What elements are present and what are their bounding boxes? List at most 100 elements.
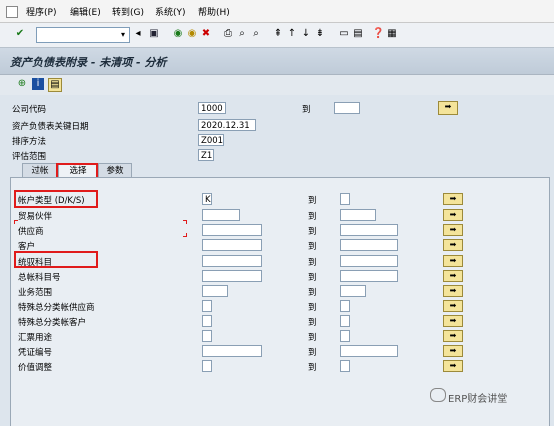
shortcut-icon[interactable]: ▤ — [352, 28, 364, 40]
special-gl-vendor-to-input[interactable] — [340, 300, 350, 312]
business-area-multi-button[interactable]: ➡ — [443, 285, 463, 297]
trading-partner-to-input[interactable] — [340, 209, 376, 221]
document-number-multi-button[interactable]: ➡ — [443, 345, 463, 357]
account-type-from-input[interactable]: K — [202, 193, 212, 205]
menu-edit[interactable]: 编辑(E) — [70, 5, 101, 18]
document-number-to-label: 到 — [308, 348, 317, 358]
menu-bar: 程序(P) 编辑(E) 转到(G) 系统(Y) 帮助(H) — [0, 0, 554, 23]
find-icon[interactable]: ⌕ — [236, 28, 248, 40]
gl-account-label: 总帐科目号 — [18, 273, 61, 283]
vendor-bracket-tr — [183, 220, 187, 224]
recon-account-to-label: 到 — [308, 258, 317, 268]
value-adjustment-label: 价值调整 — [18, 363, 53, 373]
menu-goto[interactable]: 转到(G) — [112, 5, 144, 18]
bill-usage-label: 汇票用途 — [18, 333, 53, 343]
execute-icon[interactable]: ⊕ — [16, 78, 28, 90]
valuation-area-input[interactable]: Z1 — [198, 149, 214, 161]
special-gl-vendor-from-input[interactable] — [202, 300, 212, 312]
sort-method-label: 排序方法 — [12, 137, 47, 147]
window-menu-icon[interactable] — [6, 6, 18, 18]
next-page-icon[interactable]: ↓ — [300, 28, 312, 40]
account-type-multi-button[interactable]: ➡ — [443, 193, 463, 205]
tab-posting[interactable]: 过帐 — [22, 163, 58, 177]
document-number-label: 凭证编号 — [18, 348, 53, 358]
recon-account-to-input[interactable] — [340, 255, 398, 267]
gl-account-to-input[interactable] — [340, 270, 398, 282]
last-page-icon[interactable]: ⇟ — [314, 28, 326, 40]
special-gl-customer-label: 特殊总分类帐客户 — [18, 318, 87, 328]
bill-usage-multi-button[interactable]: ➡ — [443, 330, 463, 342]
watermark-text: ERP财会讲堂 — [448, 394, 508, 405]
title-bar: 资产负债表附录 - 未清项 - 分析 — [0, 48, 554, 75]
company-code-to-input[interactable] — [334, 102, 360, 114]
trading-partner-multi-button[interactable]: ➡ — [443, 209, 463, 221]
document-number-to-input[interactable] — [340, 345, 398, 357]
trading-partner-to-label: 到 — [308, 212, 317, 222]
menu-help[interactable]: 帮助(H) — [198, 5, 230, 18]
save-icon[interactable]: ▣ — [148, 28, 160, 40]
layout-icon[interactable]: ▦ — [386, 28, 398, 40]
first-page-icon[interactable]: ⇞ — [272, 28, 284, 40]
value-adjustment-from-input[interactable] — [202, 360, 212, 372]
menu-system[interactable]: 系统(Y) — [155, 5, 186, 18]
bill-usage-from-input[interactable] — [202, 330, 212, 342]
business-area-from-input[interactable] — [202, 285, 228, 297]
customer-from-input[interactable] — [202, 239, 262, 251]
valuation-area-label: 评估范围 — [12, 152, 47, 162]
special-gl-customer-to-label: 到 — [308, 318, 317, 328]
special-gl-vendor-to-label: 到 — [308, 303, 317, 313]
sort-method-input[interactable]: Z001 — [198, 134, 224, 146]
find-next-icon[interactable]: ⌕ — [250, 28, 262, 40]
value-adjustment-multi-button[interactable]: ➡ — [443, 360, 463, 372]
gl-account-multi-button[interactable]: ➡ — [443, 270, 463, 282]
vendor-multi-button[interactable]: ➡ — [443, 224, 463, 236]
bill-usage-to-input[interactable] — [340, 330, 350, 342]
value-adjustment-to-label: 到 — [308, 363, 317, 373]
wechat-icon — [430, 388, 446, 402]
vendor-to-input[interactable] — [340, 224, 398, 236]
vendor-bracket-tl — [14, 220, 18, 224]
special-gl-customer-to-input[interactable] — [340, 315, 350, 327]
enter-icon[interactable]: ✔ — [14, 28, 26, 40]
vendor-bracket-br — [183, 233, 187, 237]
recon-account-highlight-box — [14, 251, 98, 268]
recon-account-multi-button[interactable]: ➡ — [443, 255, 463, 267]
help-icon[interactable]: ❓ — [372, 28, 384, 40]
special-gl-vendor-multi-button[interactable]: ➡ — [443, 300, 463, 312]
special-gl-customer-from-input[interactable] — [202, 315, 212, 327]
customer-multi-button[interactable]: ➡ — [443, 239, 463, 251]
special-gl-vendor-label: 特殊总分类帐供应商 — [18, 303, 95, 313]
key-date-input[interactable]: 2020.12.31 — [198, 119, 256, 131]
cancel-icon[interactable]: ✖ — [200, 28, 212, 40]
chevron-down-icon[interactable]: ▾ — [117, 28, 129, 42]
exit-icon[interactable]: ◉ — [186, 28, 198, 40]
variant-icon[interactable]: ▤ — [48, 78, 62, 92]
account-type-to-input[interactable] — [340, 193, 350, 205]
business-area-label: 业务范围 — [18, 288, 53, 298]
customer-to-input[interactable] — [340, 239, 398, 251]
gl-account-from-input[interactable] — [202, 270, 262, 282]
create-session-icon[interactable]: ▭ — [338, 28, 350, 40]
gl-account-to-label: 到 — [308, 273, 317, 283]
business-area-to-input[interactable] — [340, 285, 366, 297]
special-gl-customer-multi-button[interactable]: ➡ — [443, 315, 463, 327]
trading-partner-from-input[interactable] — [202, 209, 240, 221]
company-code-input[interactable]: 1000 — [198, 102, 226, 114]
recon-account-from-input[interactable] — [202, 255, 262, 267]
trading-partner-label: 贸易伙伴 — [18, 212, 53, 222]
bill-usage-to-label: 到 — [308, 333, 317, 343]
vendor-label: 供应商 — [18, 227, 44, 237]
info-icon[interactable]: i — [32, 78, 44, 90]
back-icon[interactable]: ◉ — [172, 28, 184, 40]
company-code-multi-button[interactable]: ➡ — [438, 101, 458, 115]
prev-page-icon[interactable]: ↑ — [286, 28, 298, 40]
value-adjustment-to-input[interactable] — [340, 360, 350, 372]
document-number-from-input[interactable] — [202, 345, 262, 357]
vendor-from-input[interactable] — [202, 224, 262, 236]
menu-program[interactable]: 程序(P) — [26, 5, 56, 18]
key-date-label: 资产负债表关键日期 — [12, 122, 89, 132]
history-left-icon[interactable]: ◂ — [132, 28, 144, 40]
tab-parameters[interactable]: 参数 — [98, 163, 132, 177]
command-field[interactable]: ▾ — [36, 27, 130, 43]
print-icon[interactable]: ⎙ — [222, 28, 234, 40]
